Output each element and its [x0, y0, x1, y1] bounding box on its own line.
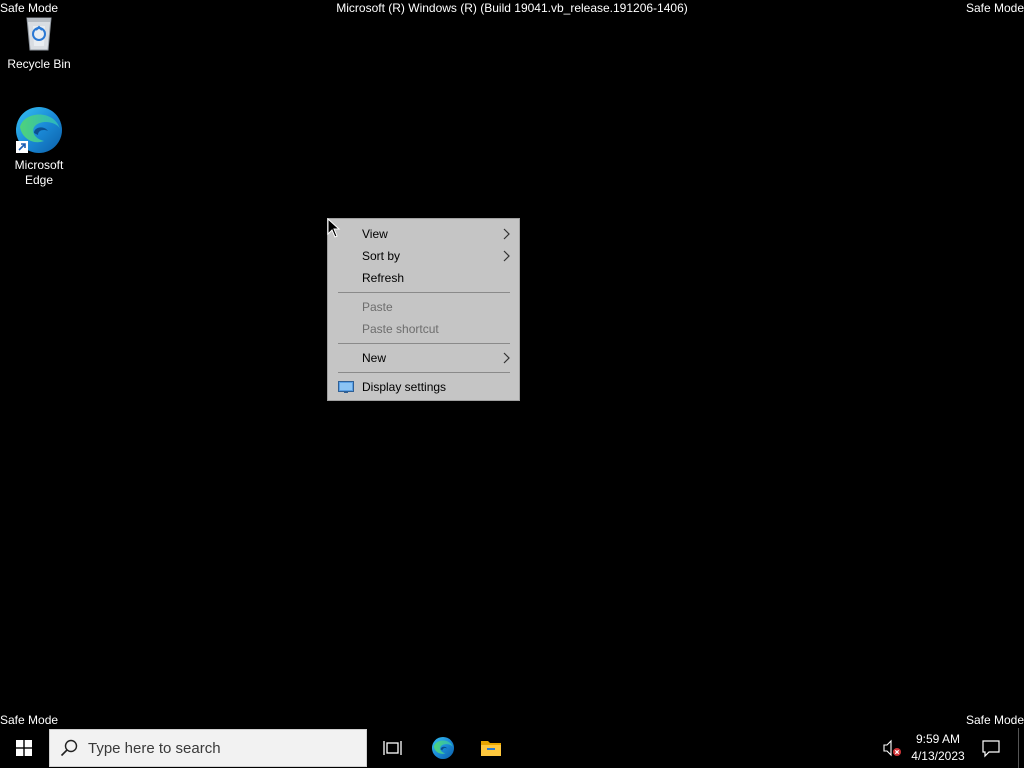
action-center-button[interactable]	[978, 736, 1004, 760]
menu-item-label: Paste	[362, 300, 393, 314]
menu-separator	[338, 343, 510, 344]
desktop-icon-microsoft-edge[interactable]: Microsoft Edge	[1, 105, 77, 188]
chevron-right-icon	[503, 250, 510, 262]
display-icon	[338, 381, 354, 393]
menu-item-label: View	[362, 227, 388, 241]
menu-separator	[338, 372, 510, 373]
notification-icon	[982, 740, 1000, 758]
edge-icon	[431, 736, 455, 760]
taskbar-search-box[interactable]: Type here to search	[49, 729, 367, 767]
task-view-icon	[383, 741, 402, 755]
safe-mode-label-bottom-left: Safe Mode	[0, 713, 59, 727]
clock-date: 4/13/2023	[911, 749, 965, 763]
safe-mode-label-bottom-right: Safe Mode	[965, 713, 1024, 727]
taskbar-clock[interactable]: 9:59 AM 4/13/2023	[906, 731, 970, 765]
desktop-icon-label: Recycle Bin	[7, 57, 71, 71]
edge-icon	[16, 107, 62, 153]
mouse-cursor-icon	[327, 218, 341, 238]
menu-item-label: Sort by	[362, 249, 401, 263]
desktop-icon-label-line2: Edge	[24, 173, 54, 187]
safe-mode-label-top-right: Safe Mode	[965, 1, 1024, 15]
chevron-right-icon	[503, 352, 510, 364]
build-title: Microsoft (R) Windows (R) (Build 19041.v…	[336, 1, 688, 15]
menu-item-new[interactable]: New	[328, 347, 519, 369]
file-explorer-icon	[481, 741, 501, 756]
clock-time: 9:59 AM	[915, 732, 961, 746]
menu-item-label: Paste shortcut	[362, 322, 439, 336]
start-button[interactable]	[0, 728, 48, 768]
desktop-icon-label-line1: Microsoft	[14, 158, 64, 172]
task-view-button[interactable]	[368, 728, 416, 768]
menu-item-label: Display settings	[362, 380, 447, 394]
menu-item-label: New	[362, 351, 387, 365]
desktop-icon-recycle-bin[interactable]: Recycle Bin	[1, 12, 77, 72]
speaker-muted-icon	[883, 739, 901, 757]
menu-item-paste[interactable]: Paste	[328, 296, 519, 318]
search-placeholder: Type here to search	[88, 740, 221, 757]
taskbar-edge-button[interactable]	[419, 728, 467, 768]
chevron-right-icon	[503, 228, 510, 240]
taskbar-file-explorer-button[interactable]	[467, 728, 515, 768]
menu-item-refresh[interactable]: Refresh	[328, 267, 519, 289]
menu-item-label: Refresh	[362, 271, 405, 285]
taskbar: Type here to search 9:59 AM 4/13/2023	[0, 728, 1024, 768]
menu-item-paste-shortcut[interactable]: Paste shortcut	[328, 318, 519, 340]
menu-item-sort-by[interactable]: Sort by	[328, 245, 519, 267]
recycle-bin-icon	[26, 17, 52, 51]
windows-logo-icon	[16, 740, 32, 756]
volume-button[interactable]	[880, 736, 904, 760]
menu-separator	[338, 292, 510, 293]
menu-item-view[interactable]: View	[328, 223, 519, 245]
menu-item-display-settings[interactable]: Display settings	[328, 376, 519, 398]
search-icon	[60, 739, 78, 757]
desktop-context-menu: View Sort by Refresh Paste Paste shortcu…	[327, 218, 520, 401]
show-desktop-button[interactable]	[1018, 728, 1019, 768]
